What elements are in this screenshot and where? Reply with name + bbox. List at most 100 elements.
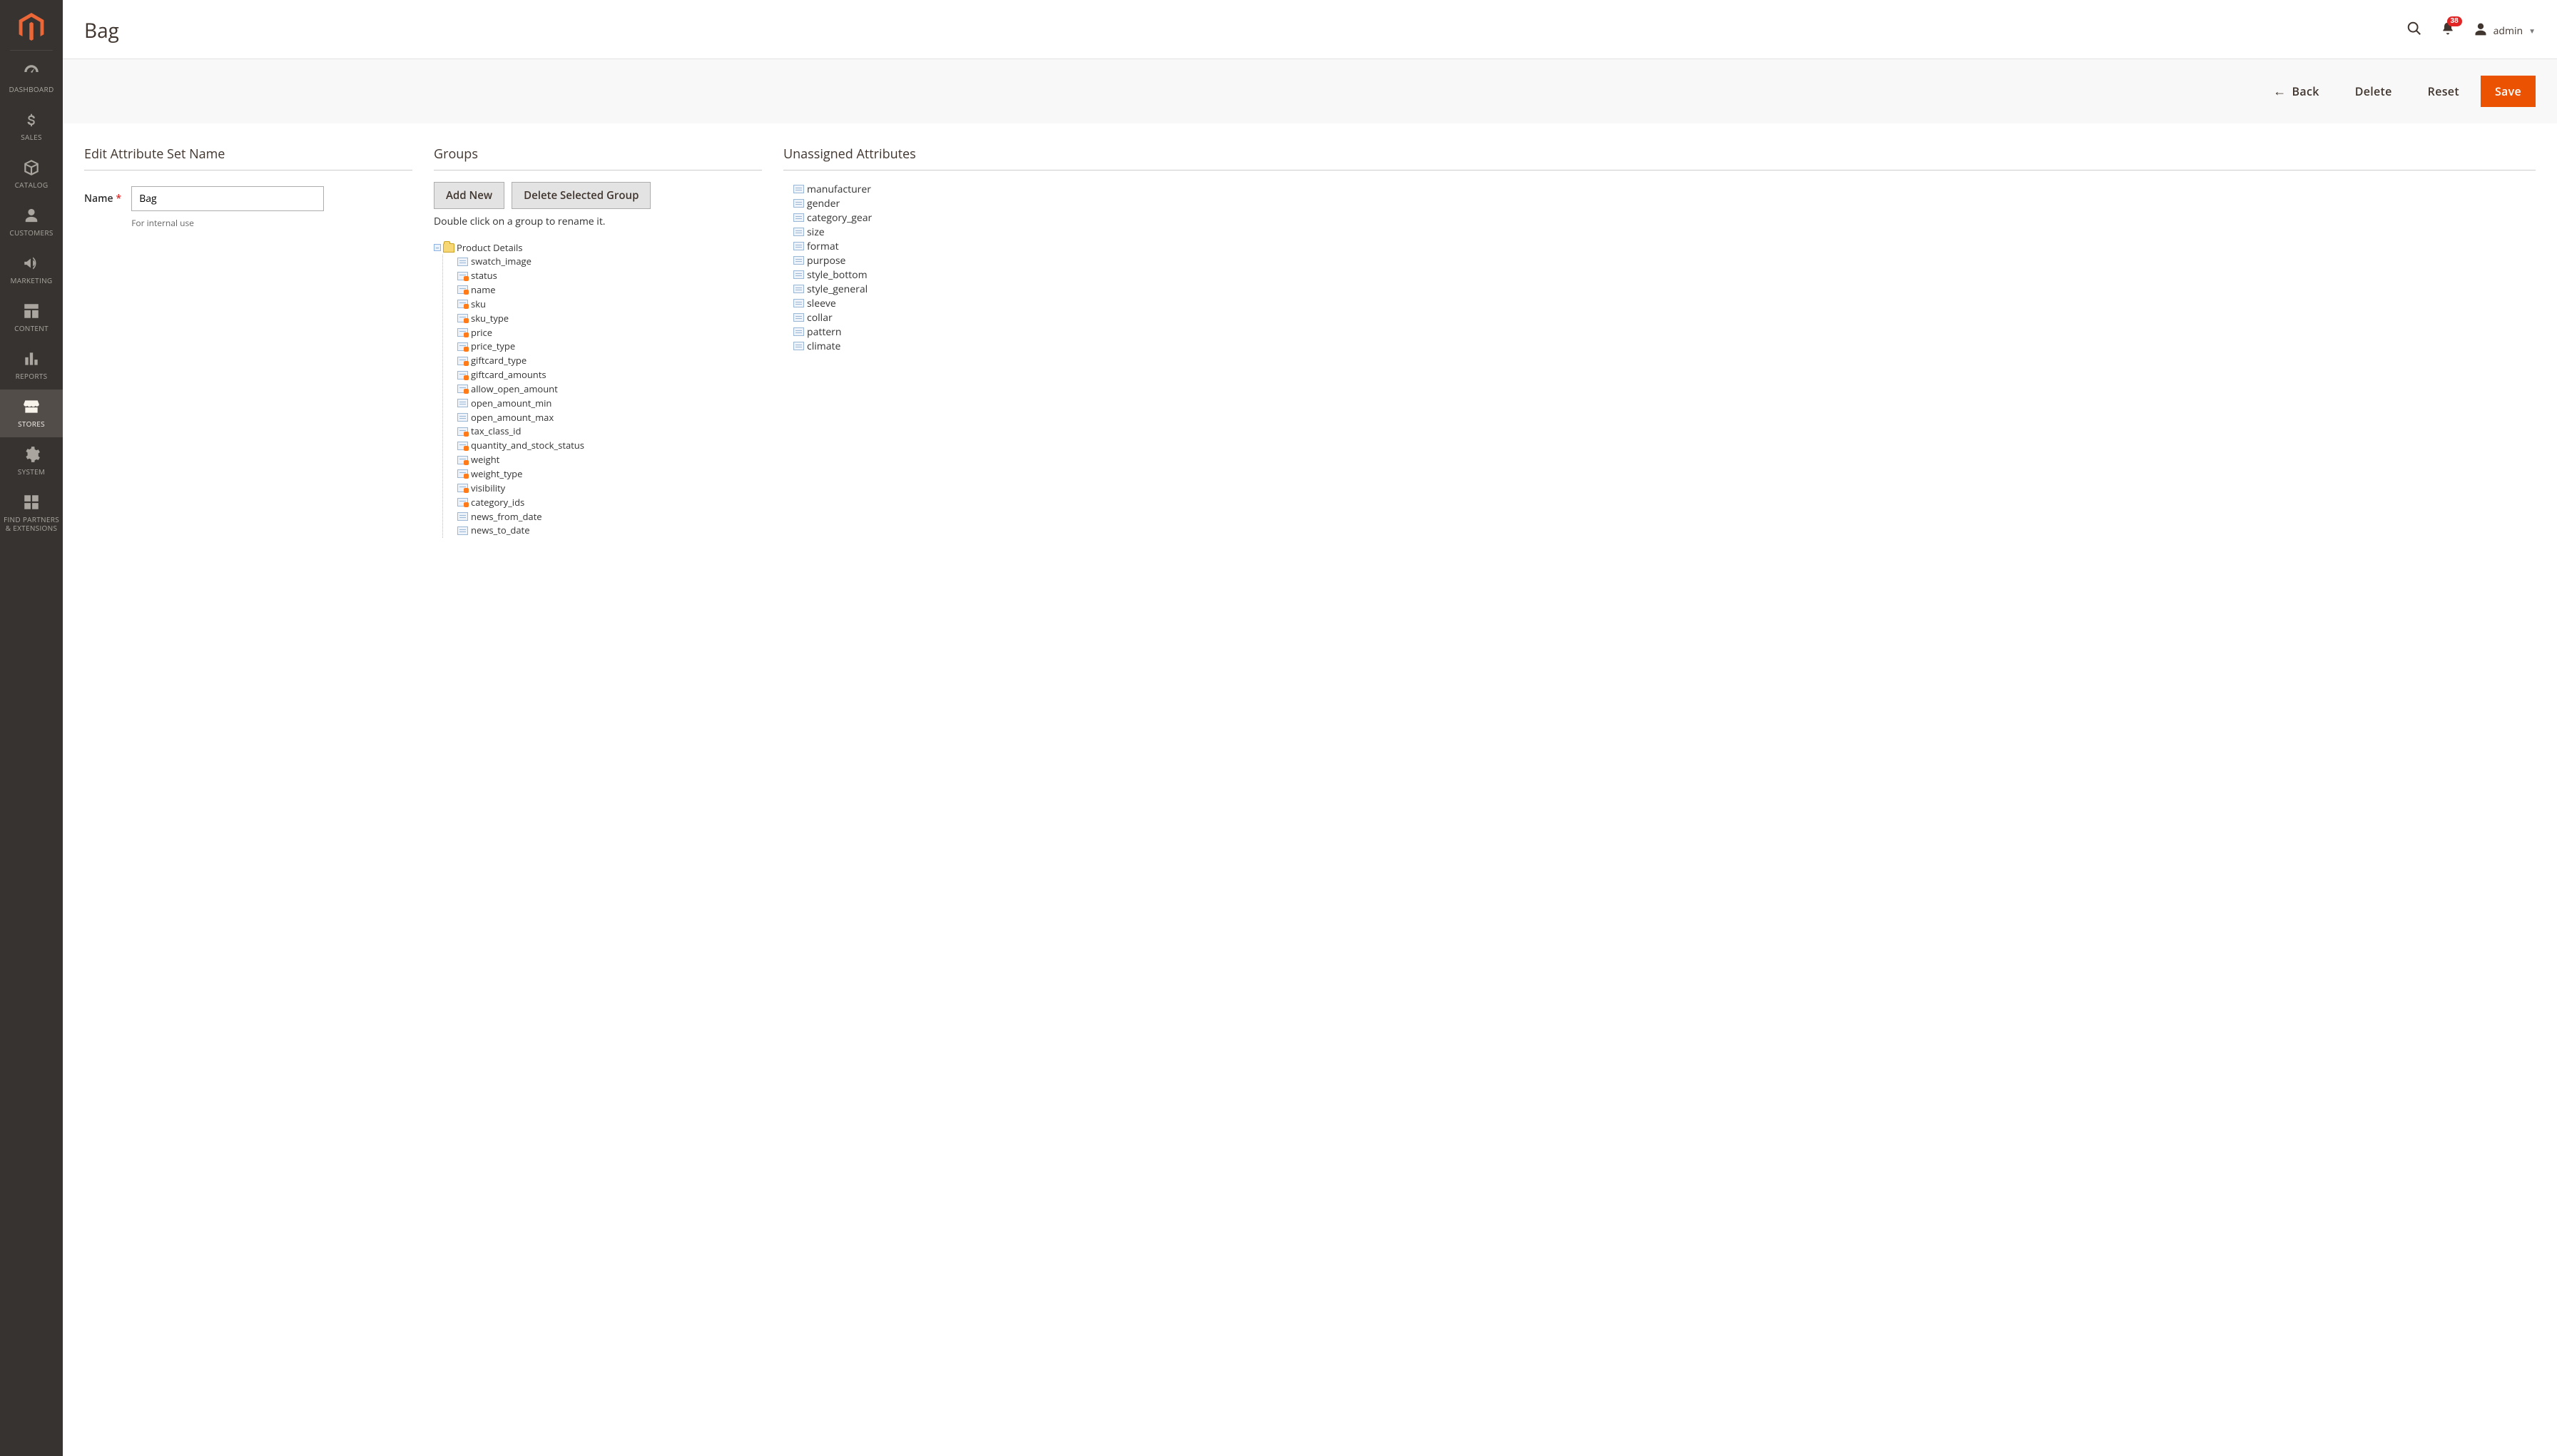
attribute-label: category_gear (807, 211, 872, 225)
attribute-icon (457, 427, 468, 436)
attribute-icon (457, 285, 468, 294)
attribute-node[interactable]: open_amount_max (457, 410, 762, 424)
unassigned-section: Unassigned Attributes manufacturergender… (783, 146, 2536, 538)
unassigned-attribute[interactable]: pattern (793, 325, 2536, 339)
attribute-node[interactable]: quantity_and_stock_status (457, 439, 762, 453)
attribute-icon (457, 357, 468, 365)
user-menu[interactable]: admin ▼ (2474, 22, 2536, 40)
tree-children: swatch_imagestatusnameskusku_typepricepr… (442, 255, 762, 538)
tree-root-node[interactable]: − Product Details (434, 241, 762, 255)
sidebar-item-content[interactable]: CONTENT (0, 294, 63, 342)
sidebar-label: FIND PARTNERS & EXTENSIONS (1, 515, 61, 532)
attribute-node[interactable]: weight (457, 453, 762, 467)
unassigned-attribute[interactable]: sleeve (793, 296, 2536, 310)
attribute-icon (793, 256, 804, 265)
attribute-icon (793, 285, 804, 293)
attribute-icon (457, 526, 468, 535)
attribute-node[interactable]: price (457, 325, 762, 340)
attribute-icon (793, 199, 804, 208)
storefront-icon (22, 397, 41, 417)
attribute-node[interactable]: news_from_date (457, 509, 762, 524)
attribute-icon (457, 456, 468, 464)
sidebar-label: STORES (18, 419, 45, 428)
unassigned-attribute[interactable]: style_general (793, 282, 2536, 296)
attribute-label: visibility (471, 482, 505, 495)
groups-tree: − Product Details swatch_imagestatusname… (434, 241, 762, 538)
unassigned-attribute[interactable]: size (793, 225, 2536, 239)
add-group-button[interactable]: Add New (434, 182, 504, 209)
dollar-icon (24, 110, 39, 130)
delete-group-button[interactable]: Delete Selected Group (512, 182, 651, 209)
sidebar-item-sales[interactable]: SALES (0, 103, 63, 151)
edit-name-title: Edit Attribute Set Name (84, 146, 412, 170)
search-icon (2406, 21, 2422, 41)
caret-down-icon: ▼ (2528, 26, 2536, 36)
attribute-label: sku (471, 297, 486, 311)
attribute-label: climate (807, 340, 840, 353)
attribute-node[interactable]: category_ids (457, 495, 762, 509)
sidebar-label: DASHBOARD (9, 85, 54, 93)
attribute-node[interactable]: weight_type (457, 467, 762, 482)
attribute-icon (793, 228, 804, 236)
unassigned-attribute[interactable]: category_gear (793, 210, 2536, 225)
attribute-label: purpose (807, 254, 845, 268)
unassigned-attribute[interactable]: climate (793, 339, 2536, 353)
groups-section: Groups Add New Delete Selected Group Dou… (434, 146, 762, 538)
attribute-label: category_ids (471, 496, 524, 509)
save-button[interactable]: Save (2481, 76, 2536, 107)
back-button[interactable]: ← Back (2259, 75, 2333, 108)
attribute-icon (457, 342, 468, 351)
attribute-node[interactable]: status (457, 269, 762, 283)
sidebar-label: REPORTS (16, 372, 48, 380)
attribute-label: quantity_and_stock_status (471, 439, 584, 452)
attribute-node[interactable]: swatch_image (457, 255, 762, 269)
unassigned-attribute[interactable]: gender (793, 196, 2536, 210)
sidebar-item-reports[interactable]: REPORTS (0, 342, 63, 390)
username: admin (2494, 24, 2523, 38)
attribute-node[interactable]: news_to_date (457, 524, 762, 538)
attribute-label: collar (807, 311, 833, 325)
attribute-node[interactable]: sku (457, 297, 762, 311)
sidebar-item-marketing[interactable]: MARKETING (0, 246, 63, 294)
delete-button[interactable]: Delete (2341, 76, 2406, 107)
admin-sidebar: DASHBOARD SALESCATALOG CUSTOMERS MARKETING C… (0, 0, 63, 1456)
attribute-node[interactable]: tax_class_id (457, 424, 762, 439)
name-input[interactable] (131, 186, 324, 211)
attribute-icon (793, 327, 804, 336)
attribute-label: weight_type (471, 467, 522, 481)
attribute-node[interactable]: price_type (457, 340, 762, 354)
collapse-icon[interactable]: − (434, 244, 441, 251)
unassigned-attribute[interactable]: purpose (793, 253, 2536, 268)
unassigned-attribute[interactable]: style_bottom (793, 268, 2536, 282)
reset-button[interactable]: Reset (2414, 76, 2474, 107)
attribute-label: price_type (471, 340, 515, 353)
magento-logo[interactable] (17, 13, 46, 41)
notifications-button[interactable]: 38 (2441, 21, 2455, 40)
attribute-node[interactable]: visibility (457, 481, 762, 495)
sidebar-item-catalog[interactable]: CATALOG (0, 151, 63, 198)
arrow-left-icon: ← (2273, 83, 2286, 100)
unassigned-attribute[interactable]: format (793, 239, 2536, 253)
attribute-node[interactable]: giftcard_amounts (457, 368, 762, 382)
sidebar-item-system[interactable]: SYSTEM (0, 437, 63, 485)
sidebar-item-find-partners-extensions[interactable]: FIND PARTNERS & EXTENSIONS (0, 485, 63, 541)
unassigned-attribute[interactable]: collar (793, 310, 2536, 325)
attribute-node[interactable]: open_amount_min (457, 396, 762, 410)
search-button[interactable] (2406, 21, 2422, 41)
attribute-node[interactable]: sku_type (457, 311, 762, 325)
attribute-label: swatch_image (471, 255, 532, 268)
sidebar-label: CUSTOMERS (9, 228, 53, 237)
required-asterisk: * (116, 192, 122, 205)
attribute-icon (457, 314, 468, 322)
sidebar-label: CONTENT (14, 324, 49, 332)
attribute-node[interactable]: allow_open_amount (457, 382, 762, 396)
sidebar-item-stores[interactable]: STORES (0, 390, 63, 437)
name-note: For internal use (131, 217, 324, 229)
attribute-node[interactable]: name (457, 283, 762, 297)
attribute-node[interactable]: giftcard_type (457, 354, 762, 368)
sidebar-item-customers[interactable]: CUSTOMERS (0, 198, 63, 246)
unassigned-attribute[interactable]: manufacturer (793, 182, 2536, 196)
sidebar-item-dashboard[interactable]: DASHBOARD (0, 55, 63, 103)
attribute-icon (457, 328, 468, 337)
user-icon (2474, 22, 2488, 40)
